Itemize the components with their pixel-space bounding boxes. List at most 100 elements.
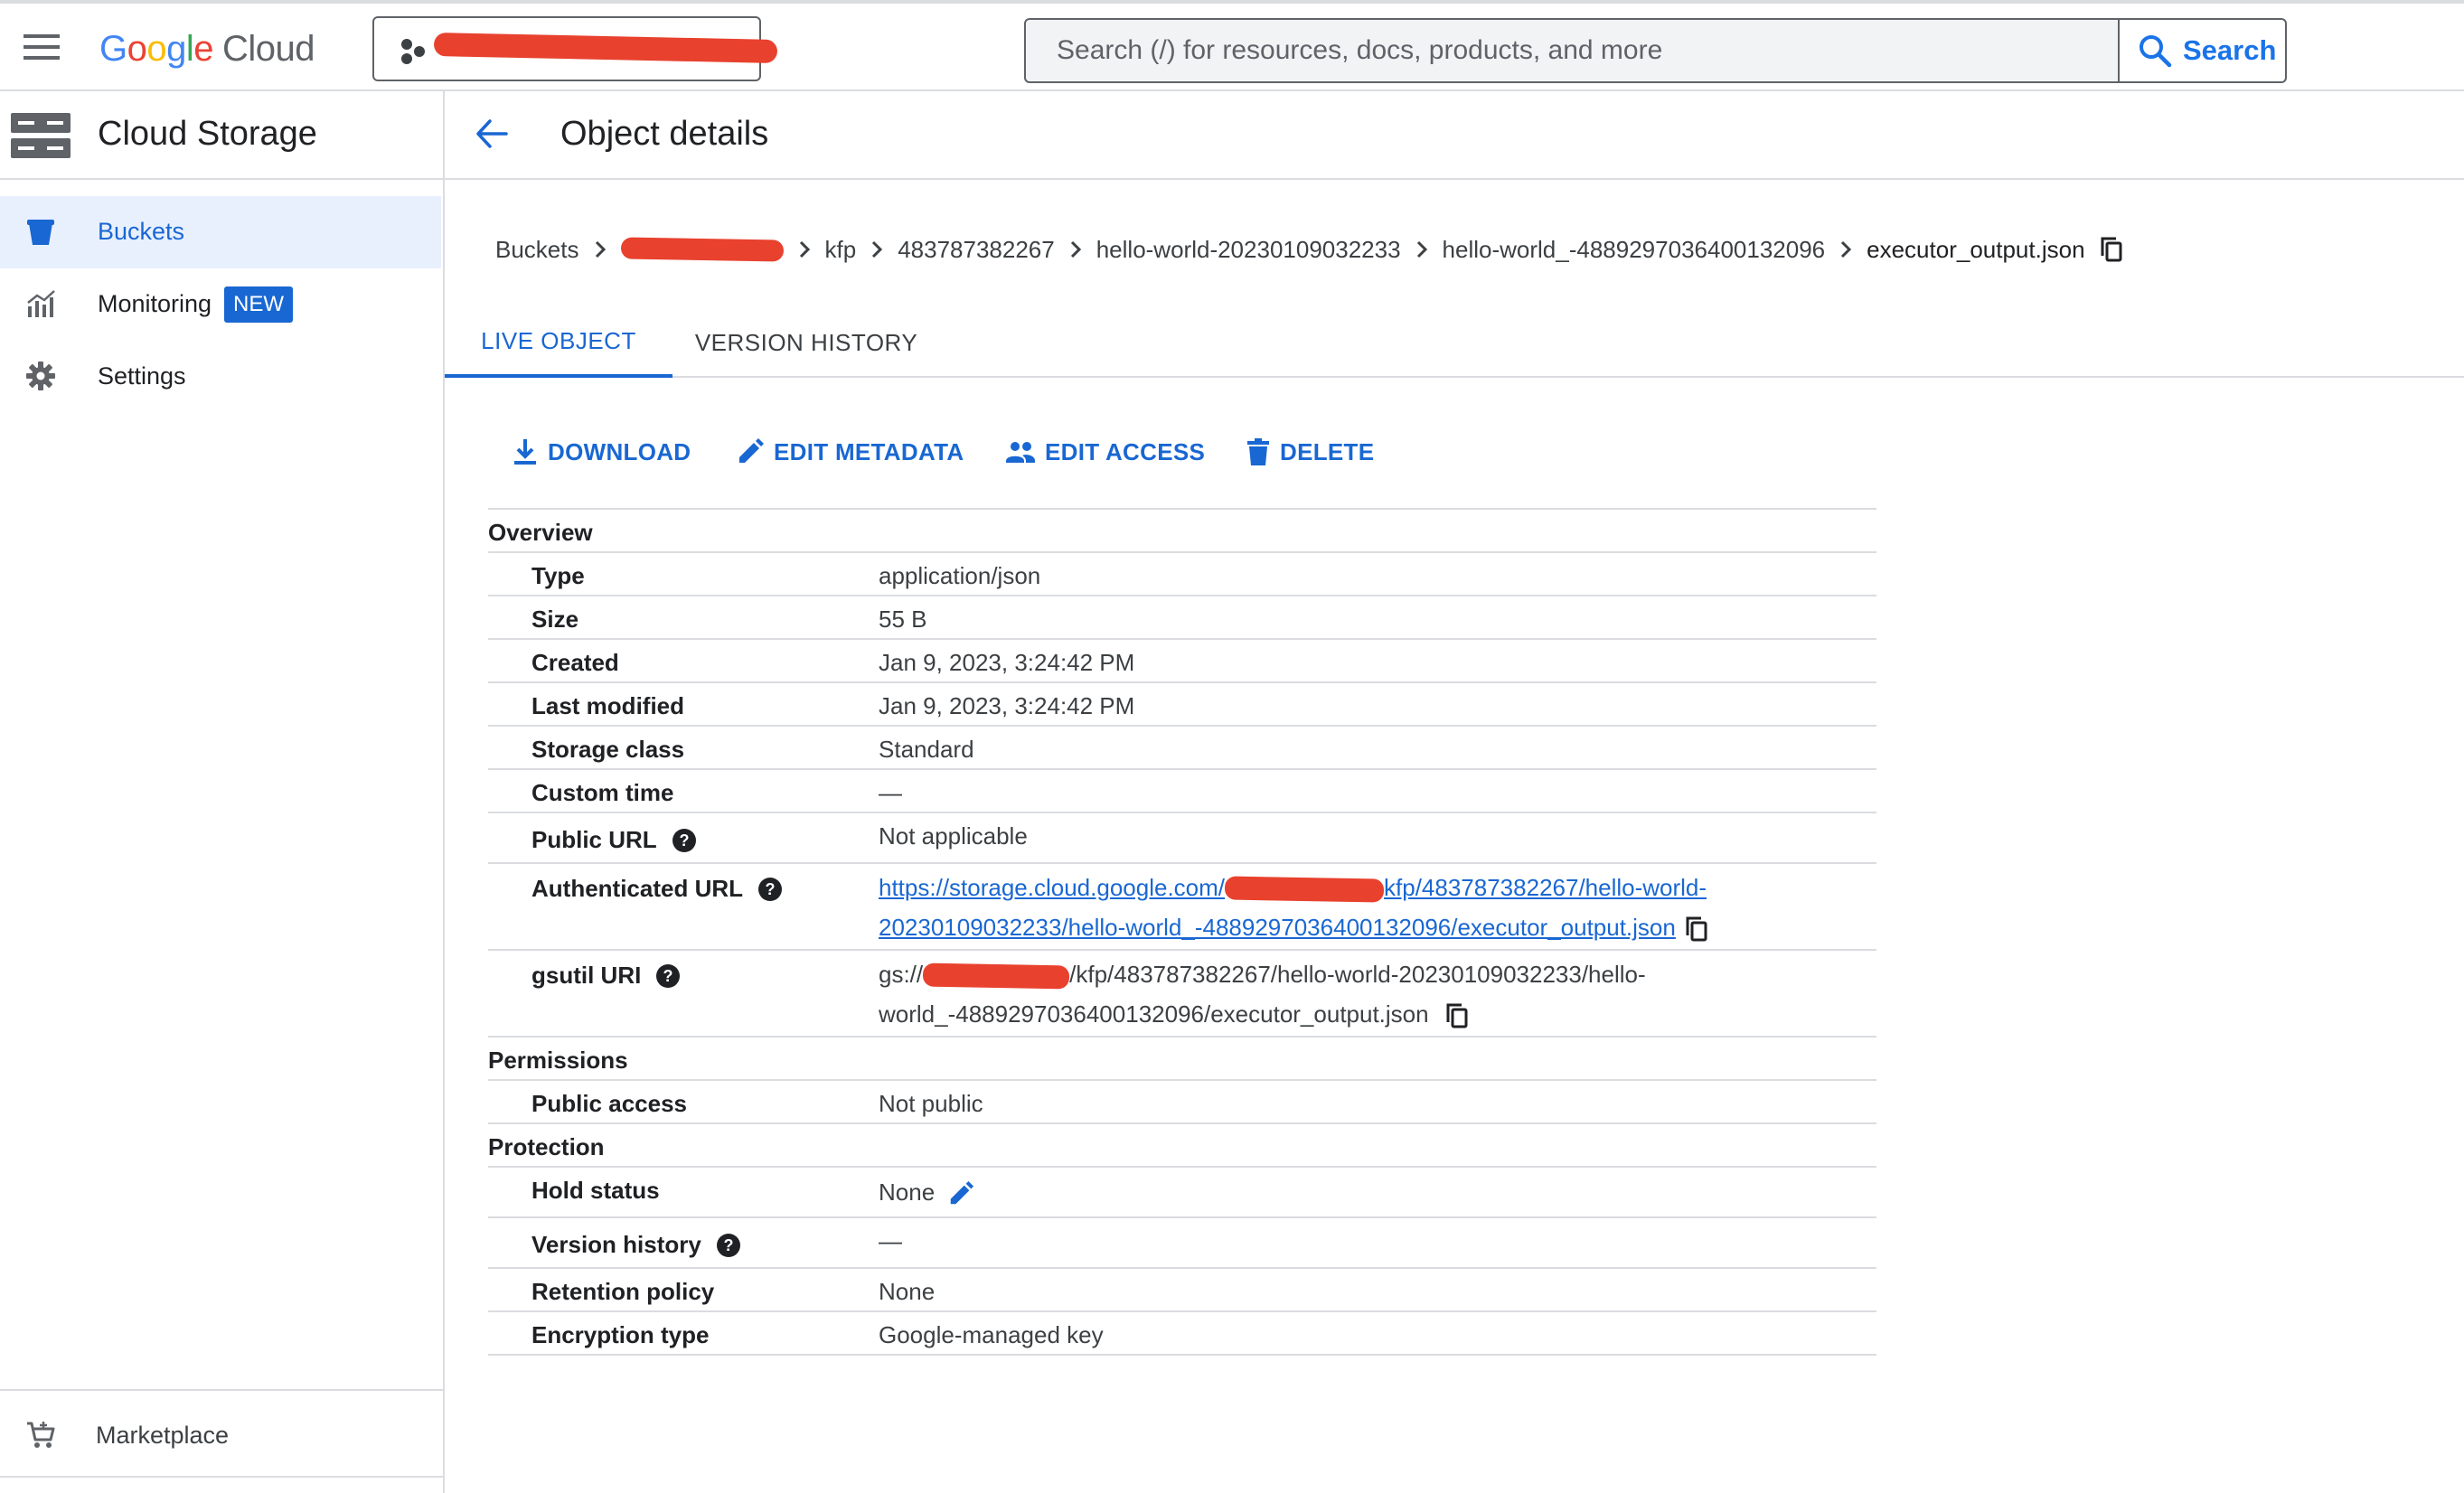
help-icon[interactable]: ?: [757, 877, 783, 902]
detail-key-text: Public URL: [531, 826, 657, 853]
people-icon: [1005, 439, 1036, 465]
sidebar-item-label: Monitoring: [98, 290, 212, 317]
breadcrumb-current: executor_output.json: [1867, 235, 2085, 263]
detail-value: None: [879, 1278, 936, 1305]
help-icon[interactable]: ?: [672, 828, 697, 853]
detail-key: Size: [531, 606, 579, 633]
edit-access-button[interactable]: EDIT ACCESS: [1005, 432, 1205, 472]
breadcrumb-item[interactable]: hello-world_-4889297036400132096: [1443, 236, 1826, 264]
hamburger-menu-icon[interactable]: [24, 34, 60, 60]
logo-google: Google: [99, 29, 214, 69]
svg-text:?: ?: [679, 831, 689, 850]
svg-text:?: ?: [663, 967, 673, 985]
tab-version-history[interactable]: VERSION HISTORY: [672, 307, 940, 378]
sidebar-item-settings[interactable]: Settings: [0, 341, 441, 413]
detail-row-public-url: Public URL ? Not applicable: [488, 813, 1876, 864]
chevron-right-icon: [1069, 239, 1082, 259]
authenticated-url-link[interactable]: https://storage.cloud.google.com/kfp/483…: [879, 874, 1707, 941]
detail-value: 55 B: [879, 606, 927, 633]
logo-cloud: Cloud: [222, 29, 315, 69]
search-box[interactable]: [1024, 18, 2120, 83]
detail-key: gsutil URI ?: [531, 962, 681, 990]
detail-value: Standard: [879, 736, 974, 763]
breadcrumb: Buckets kfp 483787382267 hello-world-202…: [495, 231, 2123, 268]
url-part: 20230109032233/hello-world_-488929703640…: [879, 914, 1676, 941]
delete-label: DELETE: [1280, 437, 1375, 465]
edit-metadata-label: EDIT METADATA: [774, 437, 964, 465]
download-button[interactable]: DOWNLOAD: [512, 432, 691, 472]
copy-icon[interactable]: [1685, 916, 1708, 943]
sidebar-item-marketplace[interactable]: Marketplace: [0, 1389, 443, 1478]
detail-value: Not applicable: [879, 822, 1028, 850]
detail-value: application/json: [879, 562, 1041, 589]
breadcrumb-redacted-bucket[interactable]: [620, 237, 784, 262]
svg-text:?: ?: [766, 880, 776, 898]
delete-button[interactable]: DELETE: [1246, 432, 1374, 472]
search-icon: [2138, 33, 2172, 68]
detail-row-version-history: Version history ? —: [488, 1218, 1876, 1269]
sidebar-item-label: Buckets: [98, 218, 185, 245]
detail-row-authenticated-url: Authenticated URL ? https://storage.clou…: [488, 864, 1876, 951]
section-protection: Protection: [488, 1124, 1876, 1168]
pencil-icon: [736, 437, 765, 466]
section-title: Protection: [488, 1133, 605, 1160]
bucket-icon: [25, 216, 56, 247]
breadcrumb-buckets[interactable]: Buckets: [495, 236, 579, 264]
detail-value: —: [879, 1227, 902, 1254]
detail-row-encryption-type: Encryption type Google-managed key: [488, 1312, 1876, 1356]
detail-key: Storage class: [531, 736, 685, 763]
detail-row-type: Type application/json: [488, 553, 1876, 596]
detail-value: Jan 9, 2023, 3:24:42 PM: [879, 649, 1135, 676]
url-part: kfp/483787382267/hello-world-: [1384, 874, 1707, 901]
detail-key: Encryption type: [531, 1321, 710, 1348]
object-details-table: Overview Type application/json Size 55 B…: [488, 508, 1876, 1356]
cloud-storage-icon: [11, 113, 71, 158]
tab-live-object[interactable]: LIVE OBJECT: [445, 307, 672, 378]
copy-icon[interactable]: [1445, 1002, 1469, 1029]
edit-metadata-button[interactable]: EDIT METADATA: [736, 432, 964, 472]
detail-value: None: [879, 1178, 974, 1207]
download-icon: [512, 437, 539, 466]
detail-row-custom-time: Custom time —: [488, 770, 1876, 813]
edit-pencil-icon[interactable]: [947, 1180, 974, 1207]
detail-key: Authenticated URL ?: [531, 875, 783, 903]
new-badge: NEW: [224, 286, 293, 323]
cart-icon: [25, 1420, 56, 1451]
detail-value: Jan 9, 2023, 3:24:42 PM: [879, 692, 1135, 719]
detail-row-gsutil-uri: gsutil URI ? gs:// /kfp/483787382267/hell…: [488, 951, 1876, 1038]
redacted-project-name: [433, 33, 778, 63]
copy-icon[interactable]: [2100, 236, 2123, 263]
help-icon[interactable]: ?: [716, 1233, 741, 1258]
project-picker[interactable]: [372, 16, 778, 81]
sidebar-item-buckets[interactable]: Buckets: [0, 196, 441, 268]
detail-row-storage-class: Storage class Standard: [488, 727, 1876, 770]
detail-value: gs:// /kfp/483787382267/hello-world-20230…: [879, 954, 1782, 1034]
back-arrow-icon[interactable]: [475, 118, 508, 149]
detail-row-public-access: Public access Not public: [488, 1081, 1876, 1124]
detail-key-text: gsutil URI: [531, 962, 642, 989]
uri-part: world_-4889297036400132096/executor_outp…: [879, 1000, 1429, 1028]
detail-row-retention-policy: Retention policy None: [488, 1269, 1876, 1312]
page-title: Object details: [560, 115, 769, 153]
detail-key: Custom time: [531, 779, 674, 806]
uri-prefix: gs://: [879, 961, 924, 988]
hold-status-value: None: [879, 1178, 936, 1206]
top-bar: Google Cloud Search: [0, 0, 2464, 91]
sidebar-product-title: Cloud Storage: [98, 115, 317, 153]
help-icon[interactable]: ?: [655, 963, 681, 989]
breadcrumb-item[interactable]: kfp: [825, 236, 857, 264]
search-button[interactable]: Search: [2118, 18, 2287, 83]
page-header: Object details: [445, 91, 2464, 180]
breadcrumb-item[interactable]: 483787382267: [898, 236, 1055, 264]
sidebar-item-monitoring[interactable]: Monitoring NEW: [0, 268, 441, 341]
chevron-right-icon: [1415, 239, 1428, 259]
chevron-right-icon: [1839, 239, 1852, 259]
search-input[interactable]: [1026, 20, 2118, 81]
section-title: Permissions: [488, 1047, 628, 1074]
breadcrumb-item[interactable]: hello-world-20230109032233: [1096, 236, 1401, 264]
sidebar: Cloud Storage Buckets Monitoring NEW Set…: [0, 91, 445, 1493]
detail-row-size: Size 55 B: [488, 596, 1876, 640]
google-cloud-logo[interactable]: Google Cloud: [99, 29, 315, 70]
detail-key-text: Version history: [531, 1231, 701, 1258]
project-dots-icon: [400, 38, 427, 65]
